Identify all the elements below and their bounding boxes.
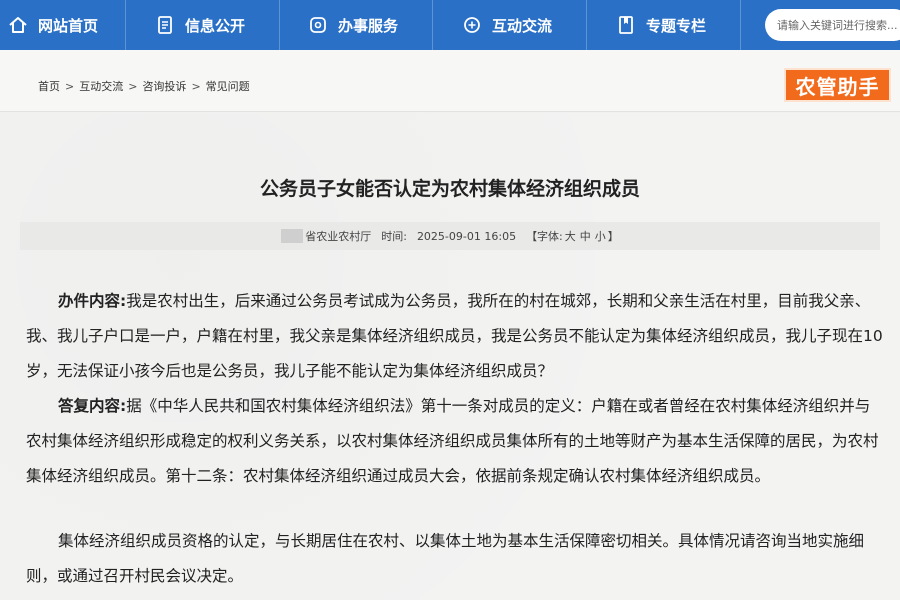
agri-assistant-badge: 农管助手: [784, 68, 891, 102]
document-icon: [155, 15, 175, 35]
answer-text: 据《中华人民共和国农村集体经济组织法》第十一条对成员的定义：户籍在或者曾经在农村…: [26, 397, 879, 485]
question-label: 办件内容:: [58, 292, 127, 310]
answer-paragraph: 答复内容:据《中华人民共和国农村集体经济组织法》第十一条对成员的定义：户籍在或者…: [26, 389, 884, 494]
answer-label: 答复内容:: [58, 397, 127, 415]
breadcrumb-bar: 首页 > 互动交流 > 咨询投诉 > 常见问题: [0, 50, 900, 112]
service-icon: [308, 15, 328, 35]
nav-divider: [279, 0, 280, 50]
question-paragraph: 办件内容:我是农村出生，后来通过公务员考试成为公务员，我所在的村在城郊，长期和父…: [26, 284, 884, 389]
nav-info-public-label: 信息公开: [185, 16, 246, 35]
search-input[interactable]: [777, 18, 900, 32]
breadcrumb-separator: >: [191, 79, 201, 93]
nav-divider: [125, 0, 126, 50]
home-icon: [8, 15, 28, 35]
font-size-large[interactable]: 大: [565, 228, 576, 244]
nav-topics-label: 专题专栏: [646, 16, 707, 35]
redacted-block: [281, 229, 304, 243]
breadcrumb: 首页 > 互动交流 > 咨询投诉 > 常见问题: [38, 78, 250, 94]
article-meta: 省农业农村厅 时间: 2025-09-01 16:05 【字体: 大 中 小 】: [20, 222, 880, 250]
chat-icon: [462, 15, 482, 35]
nav-divider: [740, 0, 741, 50]
nav-info-public[interactable]: 信息公开: [155, 0, 245, 50]
top-nav: 网站首页 信息公开 办事服务 互动交流 专题专栏: [0, 0, 900, 50]
time-label: 时间:: [381, 230, 407, 243]
nav-topics[interactable]: 专题专栏: [616, 0, 706, 50]
article-time: 2025-09-01 16:05: [416, 229, 517, 243]
article-title: 公务员子女能否认定为农村集体经济组织成员: [259, 178, 640, 200]
breadcrumb-home[interactable]: 首页: [38, 78, 60, 94]
nav-interaction[interactable]: 互动交流: [462, 0, 552, 50]
article-source: 省农业农村厅: [305, 230, 372, 243]
font-size-medium[interactable]: 中: [580, 228, 591, 244]
nav-interaction-label: 互动交流: [492, 16, 553, 35]
nav-divider: [432, 0, 433, 50]
search-box[interactable]: [765, 9, 900, 41]
font-size-close: 】: [607, 230, 619, 243]
nav-services-label: 办事服务: [338, 16, 399, 35]
question-text: 我是农村出生，后来通过公务员考试成为公务员，我所在的村在城郊，长期和父亲生活在村…: [26, 292, 883, 380]
nav-home-label: 网站首页: [38, 16, 99, 35]
breadcrumb-faq[interactable]: 常见问题: [206, 78, 250, 94]
nav-services[interactable]: 办事服务: [308, 0, 398, 50]
breadcrumb-interaction[interactable]: 互动交流: [79, 78, 123, 94]
font-size-label: 【字体:: [526, 230, 563, 243]
answer-followup-paragraph: 集体经济组织成员资格的认定，与长期居住在农村、以集体土地为基本生活保障密切相关。…: [26, 532, 865, 585]
nav-divider: [586, 0, 587, 50]
bookmark-icon: [616, 15, 636, 35]
font-size-small[interactable]: 小: [595, 228, 606, 244]
breadcrumb-separator: >: [128, 79, 138, 93]
nav-home[interactable]: 网站首页: [8, 0, 98, 50]
breadcrumb-separator: >: [65, 79, 75, 93]
breadcrumb-consult[interactable]: 咨询投诉: [142, 78, 186, 94]
